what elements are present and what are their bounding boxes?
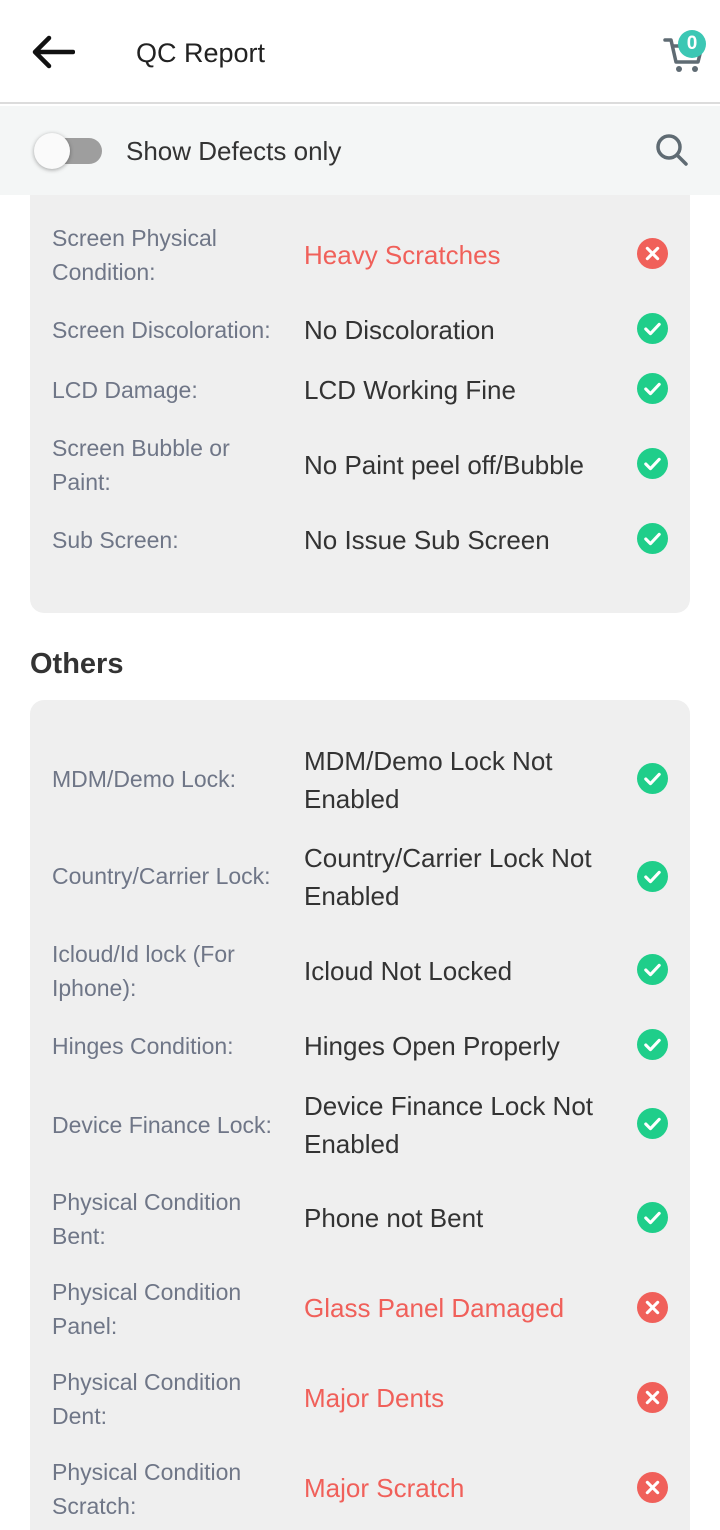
row-value: Phone not Bent xyxy=(304,1203,484,1233)
check-icon xyxy=(637,763,668,794)
row-label: Physical Condition Panel: xyxy=(52,1279,242,1339)
row-label: MDM/Demo Lock: xyxy=(52,766,237,792)
row-value: No Issue Sub Screen xyxy=(304,525,550,555)
row-value: LCD Working Fine xyxy=(304,375,516,405)
row-value: MDM/Demo Lock Not Enabled xyxy=(304,746,553,814)
cart-count-badge: 0 xyxy=(678,30,706,58)
row-value: No Discoloration xyxy=(304,315,495,345)
row-label: Screen Discoloration: xyxy=(52,317,271,343)
page-title: QC Report xyxy=(136,38,266,68)
arrow-left-icon xyxy=(32,35,75,69)
show-defects-label: Show Defects only xyxy=(126,136,342,166)
row-label: Physical Condition Dent: xyxy=(52,1369,242,1429)
row-value: Icloud Not Locked xyxy=(304,956,513,986)
row-value: Major Dents xyxy=(304,1383,445,1413)
row-value: Glass Panel Damaged xyxy=(304,1293,565,1323)
search-icon xyxy=(656,134,688,166)
back-button[interactable] xyxy=(28,30,78,74)
fail-icon xyxy=(637,1292,668,1323)
app-bar: QC Report 0 xyxy=(0,0,720,104)
search-button[interactable] xyxy=(652,130,692,170)
check-icon xyxy=(637,954,668,985)
row-label: Physical Condition Bent: xyxy=(52,1189,242,1249)
row-value: Heavy Scratches xyxy=(304,240,501,270)
check-icon xyxy=(637,1202,668,1233)
section-title-others: Others xyxy=(30,648,124,680)
row-value: Device Finance Lock Not Enabled xyxy=(304,1091,594,1159)
fail-icon xyxy=(637,1472,668,1503)
check-icon xyxy=(637,373,668,404)
row-value: Major Scratch xyxy=(304,1473,465,1503)
fail-icon xyxy=(637,238,668,269)
filter-bar xyxy=(0,106,720,195)
check-icon xyxy=(637,523,668,554)
row-value: No Paint peel off/Bubble xyxy=(304,450,584,480)
toggle-knob xyxy=(34,133,70,169)
row-label: Device Finance Lock: xyxy=(52,1112,272,1138)
row-label: LCD Damage: xyxy=(52,377,198,403)
row-label: Screen Physical Condition: xyxy=(52,225,217,285)
row-label: Hinges Condition: xyxy=(52,1033,234,1059)
check-icon xyxy=(637,1108,668,1139)
row-label: Country/Carrier Lock: xyxy=(52,863,271,889)
row-value: Country/Carrier Lock Not Enabled xyxy=(304,843,592,911)
check-icon xyxy=(637,1029,668,1060)
row-label: Screen Bubble or Paint: xyxy=(52,435,230,495)
check-icon xyxy=(637,861,668,892)
fail-icon xyxy=(637,1382,668,1413)
show-defects-toggle[interactable] xyxy=(34,133,102,169)
row-label: Sub Screen: xyxy=(52,527,179,553)
row-label: Icloud/Id lock (For Iphone): xyxy=(52,941,235,1001)
check-icon xyxy=(637,313,668,344)
check-icon xyxy=(637,448,668,479)
row-value: Hinges Open Properly xyxy=(304,1031,560,1061)
